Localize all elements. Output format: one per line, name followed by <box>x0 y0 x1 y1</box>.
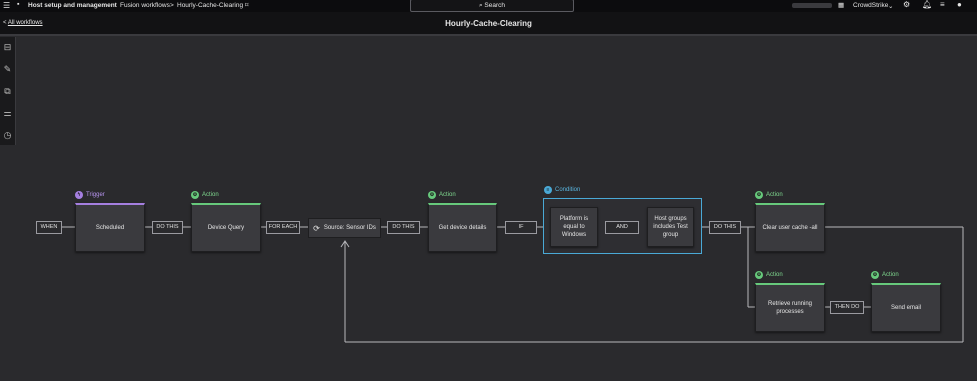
do-this-connector-3: DO THIS <box>709 221 741 234</box>
get-device-details-text: Get device details <box>438 225 487 231</box>
trigger-label: ϟ Trigger <box>75 191 105 199</box>
action-node-device-query[interactable]: Device Query <box>191 203 261 252</box>
action-icon: ⚙ <box>755 191 763 199</box>
trigger-node-text: Scheduled <box>95 225 125 231</box>
action-label-4-text: Action <box>766 272 783 278</box>
lightning-icon: ϟ <box>75 191 83 199</box>
condition-platform[interactable]: Platform is equal to Windows <box>550 207 598 247</box>
action-label-2-text: Action <box>439 192 456 198</box>
action-label-3-text: Action <box>766 192 783 198</box>
do-this-connector-2: DO THIS <box>387 221 420 234</box>
condition-label-text: Condition <box>555 187 581 193</box>
action-icon: ⚙ <box>871 271 879 279</box>
group-condition-text: Host groups includes Test group <box>653 216 688 238</box>
action-label-4: ⚙ Action <box>755 271 783 279</box>
action-label-5: ⚙ Action <box>871 271 899 279</box>
action-node-clear-cache[interactable]: Clear user cache -all <box>755 203 825 252</box>
for-each-connector: FOR EACH <box>266 221 300 234</box>
action-label-1-text: Action <box>202 192 219 198</box>
clear-cache-text: Clear user cache -all <box>762 225 818 231</box>
action-node-get-device-details[interactable]: Get device details <box>428 203 497 252</box>
refresh-icon: ⟳ <box>313 223 320 233</box>
action-icon: ⚙ <box>755 271 763 279</box>
do-this-connector-1: DO THIS <box>152 221 183 234</box>
action-label-5-text: Action <box>882 272 899 278</box>
condition-icon: ≡ <box>544 186 552 194</box>
action-label-2: ⚙ Action <box>428 191 456 199</box>
action-icon: ⚙ <box>191 191 199 199</box>
trigger-label-text: Trigger <box>86 192 105 198</box>
platform-condition-text: Platform is equal to Windows <box>559 216 589 238</box>
retrieve-processes-text: Retrieve running processes <box>767 301 813 315</box>
condition-label: ≡ Condition <box>544 186 580 194</box>
action-label-1: ⚙ Action <box>191 191 219 199</box>
action-node-retrieve-processes[interactable]: Retrieve running processes <box>755 283 825 332</box>
trigger-node-scheduled[interactable]: Scheduled <box>75 203 145 252</box>
source-text: Source: Sensor IDs <box>323 225 376 231</box>
condition-host-groups[interactable]: Host groups includes Test group <box>647 207 694 247</box>
workflow-connectors <box>62 226 964 343</box>
when-connector: WHEN <box>36 221 62 234</box>
action-icon: ⚙ <box>428 191 436 199</box>
and-connector: AND <box>605 221 639 234</box>
loop-source-node[interactable]: ⟳ Source: Sensor IDs <box>308 218 381 238</box>
device-query-text: Device Query <box>207 225 245 231</box>
action-node-send-email[interactable]: Send email <box>871 283 941 332</box>
action-label-3: ⚙ Action <box>755 191 783 199</box>
send-email-text: Send email <box>890 305 922 311</box>
then-do-connector: THEN DO <box>830 301 864 314</box>
if-connector: IF <box>505 221 537 234</box>
